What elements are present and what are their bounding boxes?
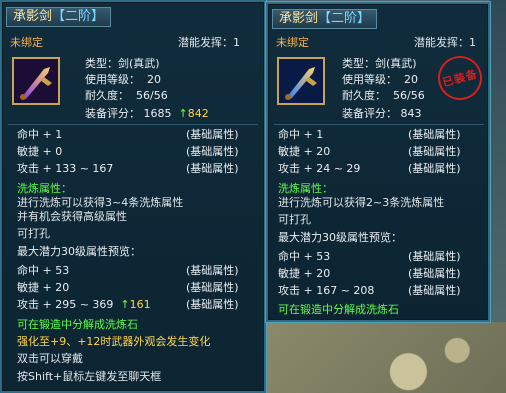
rating-increase: 842 (187, 107, 209, 120)
perforate-text: 可打孔 (278, 213, 311, 226)
max-attr-name: 命中 + 53 (17, 264, 70, 277)
attr-increase: 161 (129, 298, 151, 311)
divider (8, 124, 258, 125)
durability-label: 耐久度： (342, 89, 386, 102)
up-arrow-icon: ↑ (178, 107, 188, 120)
refine-desc: 进行洗炼可以获得3~4条洗炼属性 (17, 196, 184, 209)
refine-title: 洗炼属性： (278, 182, 333, 195)
use-level-label: 使用等级： (85, 73, 140, 86)
durability: 耐久度： 56/56 (85, 89, 168, 102)
equipped-seal: 已装备 (433, 51, 487, 105)
max-attr-tag: (基础属性) (186, 264, 239, 277)
binding-status: 未绑定 (10, 36, 43, 49)
max-attr-tag: (基础属性) (408, 267, 461, 280)
attr-tag: (基础属性) (186, 162, 239, 175)
attr-tag: (基础属性) (408, 128, 461, 141)
max-attr-name: 攻击 + 295 ~ 369 ↑161 (17, 298, 151, 311)
item-grade: 【二阶】 (52, 9, 105, 24)
max-attr-name: 敏捷 + 20 (278, 267, 331, 280)
attr-name: 敏捷 + 0 (17, 145, 63, 158)
equip-rating: 装备评分： 1685 ↑842 (85, 107, 209, 120)
use-level-label: 使用等级： (342, 73, 397, 86)
perforate-text: 可打孔 (17, 227, 50, 240)
attr-name: 攻击 + 133 ~ 167 (17, 162, 114, 175)
refine-desc: 进行洗炼可以获得2~3条洗炼属性 (278, 196, 445, 209)
attr-tag: (基础属性) (408, 162, 461, 175)
item-name: 承影剑 (279, 11, 319, 26)
max-attr-tag: (基础属性) (186, 298, 239, 311)
potential-level: 潜能发挥：1 (414, 36, 476, 49)
use-level-value: 20 (404, 73, 418, 86)
up-arrow-icon: ↑ (120, 298, 130, 311)
max-attr-tag: (基础属性) (186, 281, 239, 294)
durability-label: 耐久度： (85, 89, 129, 102)
use-level-value: 20 (147, 73, 161, 86)
item-title: 承影剑【二阶】 (6, 7, 112, 27)
durability-value: 56/56 (393, 89, 425, 102)
max-attr-name: 敏捷 + 20 (17, 281, 70, 294)
item-tooltip-compare: 承影剑【二阶】 未绑定 潜能发挥：1 类型：剑(真武) 使用等级： 20 耐久度… (0, 0, 266, 393)
use-level: 使用等级： 20 (342, 73, 418, 86)
background-strip (489, 0, 506, 322)
item-type: 类型：剑(真武) (85, 57, 160, 70)
decompose-tip: 可在锻造中分解成洗炼石 (278, 303, 399, 316)
attr-tag: (基础属性) (186, 128, 239, 141)
item-type: 类型：剑(真武) (342, 57, 417, 70)
shift-click-tip: 按Shift+鼠标左键发至聊天框 (17, 370, 162, 383)
max-potential-title: 最大潜力30级属性预览： (278, 231, 402, 244)
max-attr-name: 攻击 + 167 ~ 208 (278, 284, 375, 297)
rating-label: 装备评分： (85, 107, 140, 120)
potential-level: 潜能发挥：1 (178, 36, 240, 49)
item-title: 承影剑【二阶】 (272, 9, 378, 29)
rating-label: 装备评分： (342, 107, 397, 120)
refine-title: 洗炼属性： (17, 182, 72, 195)
divider (274, 124, 484, 125)
attr-tag: (基础属性) (408, 145, 461, 158)
max-attr-tag: (基础属性) (408, 250, 461, 263)
double-click-tip: 双击可以穿戴 (17, 352, 83, 365)
binding-status: 未绑定 (276, 36, 309, 49)
sword-icon (279, 59, 323, 103)
rating-value: 1685 (143, 107, 172, 120)
background-scenery (262, 322, 506, 393)
decompose-tip: 可在锻造中分解成洗炼石 (17, 318, 138, 331)
item-icon-slot (12, 57, 60, 105)
equip-rating: 装备评分： 843 (342, 107, 422, 120)
attr-name: 敏捷 + 20 (278, 145, 331, 158)
item-name: 承影剑 (13, 9, 53, 24)
use-level: 使用等级： 20 (85, 73, 161, 86)
sword-icon (14, 59, 58, 103)
durability: 耐久度： 56/56 (342, 89, 425, 102)
max-potential-title: 最大潜力30级属性预览： (17, 245, 141, 258)
attr-name: 命中 + 1 (278, 128, 324, 141)
durability-value: 56/56 (136, 89, 168, 102)
enhance-tip: 强化至+9、+12时武器外观会发生变化 (17, 335, 211, 348)
attr-name: 命中 + 1 (17, 128, 63, 141)
item-grade: 【二阶】 (318, 11, 371, 26)
max-attr-tag: (基础属性) (408, 284, 461, 297)
equipped-item-tooltip: 承影剑【二阶】 未绑定 潜能发挥：1 类型：剑(真武) 使用等级： 20 耐久度… (266, 2, 490, 322)
attr-name: 攻击 + 24 ~ 29 (278, 162, 361, 175)
refine-desc-2: 并有机会获得高级属性 (17, 210, 127, 223)
max-attr-text: 攻击 + 295 ~ 369 (17, 298, 114, 311)
item-icon-slot (277, 57, 325, 105)
attr-tag: (基础属性) (186, 145, 239, 158)
max-attr-name: 命中 + 53 (278, 250, 331, 263)
rating-value: 843 (400, 107, 422, 120)
